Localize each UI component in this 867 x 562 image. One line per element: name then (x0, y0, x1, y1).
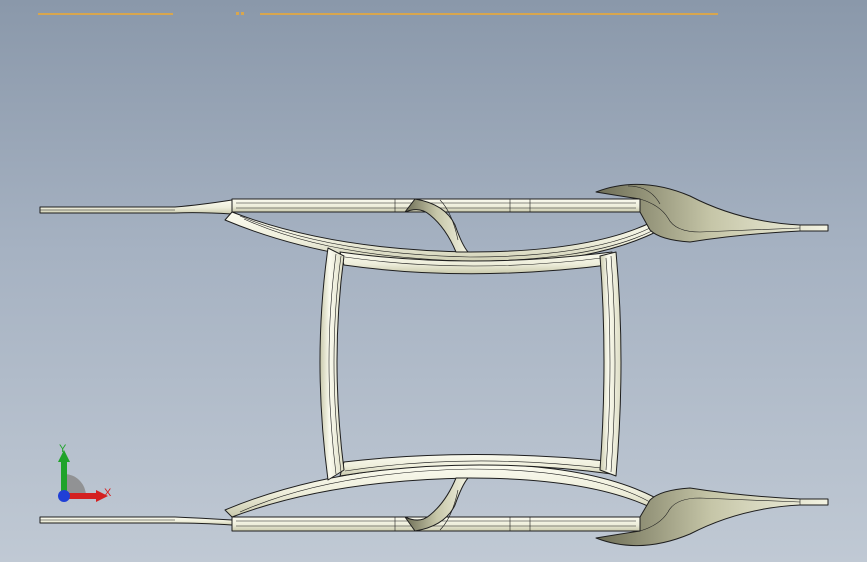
chassis-frame-model[interactable] (0, 0, 867, 562)
top-rail-assembly[interactable] (39, 183, 829, 275)
coordinate-triad: Y X (44, 440, 124, 510)
triad-axes-icon (58, 450, 108, 502)
graphics-viewport[interactable]: Y X (0, 0, 867, 562)
bottom-rail-assembly[interactable] (39, 454, 829, 547)
y-axis-label: Y (59, 443, 67, 455)
cross-members[interactable] (319, 247, 622, 481)
x-axis-label: X (104, 487, 112, 499)
